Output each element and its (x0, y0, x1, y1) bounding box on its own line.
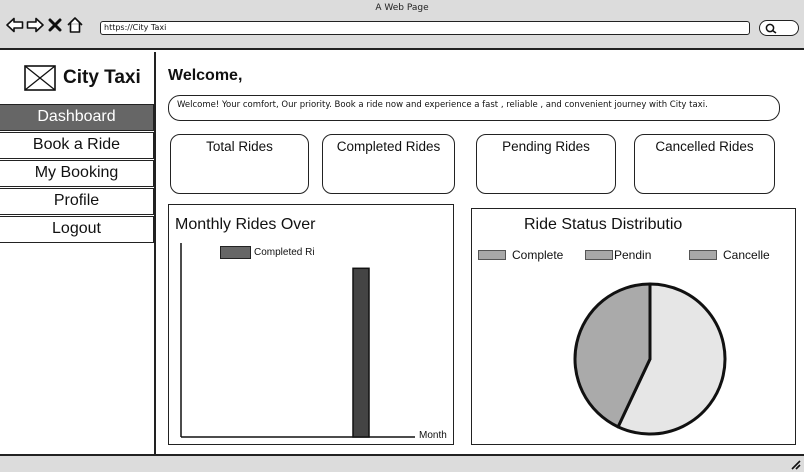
welcome-banner: Welcome! Your comfort, Our priority. Boo… (168, 95, 780, 121)
sidebar-menu: Dashboard Book a Ride My Booking Profile… (0, 104, 156, 244)
x-axis-label: Month (419, 430, 447, 441)
logo[interactable]: City Taxi (24, 63, 141, 93)
url-input[interactable]: https://City Taxi (100, 21, 750, 35)
pie-chart (573, 282, 727, 436)
sidebar-item-logout[interactable]: Logout (0, 216, 154, 243)
sidebar: City Taxi Dashboard Book a Ride My Booki… (0, 52, 156, 454)
main-content: Welcome, Welcome! Your comfort, Our prio… (158, 52, 804, 454)
forward-arrow-icon[interactable] (26, 16, 44, 34)
browser-chrome: A Web Page https://City Taxi (0, 0, 804, 50)
resize-grip-icon[interactable] (789, 458, 801, 470)
card-completed-rides: Completed Rides (322, 134, 455, 194)
sidebar-item-dashboard[interactable]: Dashboard (0, 104, 154, 131)
card-cancelled-rides: Cancelled Rides (634, 134, 775, 194)
card-label: Cancelled Rides (655, 139, 754, 154)
image-placeholder-icon (24, 65, 56, 91)
bar-completed (352, 267, 370, 438)
search-button[interactable] (759, 20, 799, 36)
home-icon[interactable] (66, 16, 84, 34)
bar-chart (180, 243, 415, 438)
sidebar-item-profile[interactable]: Profile (0, 188, 154, 215)
card-label: Completed Rides (336, 139, 441, 154)
sidebar-item-book-a-ride[interactable]: Book a Ride (0, 132, 154, 159)
close-icon[interactable] (46, 16, 64, 34)
window-title: A Web Page (375, 3, 429, 13)
search-icon (765, 23, 777, 34)
logo-text: City Taxi (63, 67, 141, 88)
pie-chart-panel: Ride Status Distributio Complete Pendin … (471, 208, 796, 445)
page-title: Welcome, (168, 67, 243, 84)
card-pending-rides: Pending Rides (476, 134, 616, 194)
card-label: Total Rides (206, 139, 273, 154)
card-label: Pending Rides (502, 139, 590, 154)
browser-nav (6, 15, 84, 35)
back-arrow-icon[interactable] (6, 16, 24, 34)
bar-chart-panel: Monthly Rides Over Completed Ri Month (168, 204, 454, 445)
browser-status-bar (0, 454, 804, 472)
sidebar-item-my-booking[interactable]: My Booking (0, 160, 154, 187)
card-total-rides: Total Rides (170, 134, 309, 194)
